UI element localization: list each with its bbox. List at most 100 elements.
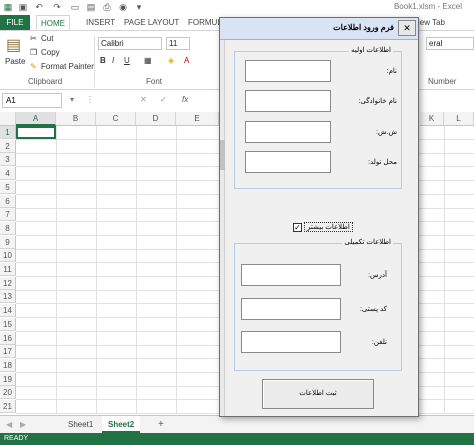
customize-icon[interactable]: ▾ [134,2,144,12]
font-name-dropdown[interactable]: Calibri [98,37,162,50]
selected-cell[interactable] [16,126,56,139]
address-field[interactable] [241,264,341,286]
row-header[interactable]: 4 [0,167,16,181]
form-titlebar[interactable]: فرم ورود اطلاعات ✕ [220,18,418,40]
format-painter-icon[interactable]: ✎ [30,62,37,71]
undo-icon[interactable]: ↶ [34,2,44,12]
first-name-field[interactable] [245,60,331,82]
submit-button[interactable]: ثبت اطلاعات [262,379,374,409]
tab-file[interactable]: FILE [0,15,30,30]
enter-icon[interactable]: ✓ [160,95,167,104]
column-header[interactable]: A [16,112,56,126]
tab-home[interactable]: HOME [36,15,70,30]
sheet-tab-sheet1[interactable]: Sheet1 [62,416,99,433]
open-icon[interactable]: ▤ [86,2,96,12]
copy-button[interactable]: Copy [41,48,60,57]
close-button[interactable]: ✕ [398,20,416,36]
italic-icon[interactable]: I [112,56,114,65]
column-header[interactable]: B [56,112,96,126]
cut-icon[interactable]: ✂ [30,34,37,43]
tab-insert[interactable]: INSERT [82,15,119,30]
column-header[interactable]: E [176,112,219,126]
add-sheet-button[interactable]: + [158,419,164,430]
ribbon-separator [94,35,95,87]
window-title: Book1.xlsm - Excel [393,2,462,11]
row-header[interactable]: 3 [0,153,16,167]
row-header[interactable]: 21 [0,400,16,413]
font-color-icon[interactable]: A [184,56,189,65]
form-scrollbar[interactable] [220,40,225,416]
font-name-value: Calibri [101,39,124,48]
paste-button[interactable]: Paste [5,57,25,66]
last-name-field[interactable] [245,90,331,112]
row-header[interactable]: 14 [0,304,16,318]
new-icon[interactable]: ▭ [70,2,80,12]
row-header[interactable]: 6 [0,194,16,208]
sheet-next-icon[interactable]: ▶ [20,420,26,429]
more-icon: ⋮ [86,95,94,104]
border-icon[interactable]: ▦ [144,56,152,65]
paste-icon[interactable]: ▤ [6,35,21,55]
row-header[interactable]: 17 [0,345,16,359]
row-header[interactable]: 8 [0,221,16,235]
row-header[interactable]: 18 [0,358,16,372]
grid-column-line [56,126,57,414]
postal-code-label: کد پستی: [359,306,387,313]
row-header[interactable]: 1 [0,126,16,139]
more-info-label[interactable]: اطلاعات بیشتر [304,222,353,232]
row-header[interactable]: 7 [0,208,16,222]
print-icon[interactable]: ⎙ [102,2,112,12]
sheet-tab-sheet2[interactable]: Sheet2 [102,416,141,433]
row-header[interactable]: 12 [0,276,16,290]
fill-color-icon[interactable]: ◈ [168,56,174,65]
phone-field[interactable] [241,331,341,353]
function-icon[interactable]: fx [182,95,188,104]
select-all[interactable] [0,112,16,126]
copy-icon[interactable]: ❐ [30,48,37,57]
excel-logo-icon: ▦ [3,2,13,12]
save-icon[interactable]: ▣ [18,2,28,12]
basic-info-legend: اطلاعات اولیه [349,46,393,54]
scrollbar-thumb[interactable] [220,140,225,170]
row-header[interactable]: 11 [0,263,16,276]
row-header[interactable]: 16 [0,331,16,345]
bold-icon[interactable]: B [100,56,106,65]
cut-button[interactable]: Cut [41,34,53,43]
number-format-dropdown[interactable]: eral [426,37,474,50]
font-size-dropdown[interactable]: 11 [166,37,190,50]
row-header[interactable]: 13 [0,290,16,304]
postal-code-field[interactable] [241,298,341,320]
sheet-prev-icon[interactable]: ◀ [6,420,12,429]
row-header[interactable]: 10 [0,249,16,263]
column-header[interactable]: D [136,112,176,126]
row-header[interactable]: 9 [0,235,16,249]
name-box[interactable]: A1 [2,93,62,108]
font-group-label: Font [146,77,163,86]
camera-icon[interactable]: ◉ [118,2,128,12]
birthplace-field[interactable] [245,151,331,173]
tab-page-layout[interactable]: PAGE LAYOUT [120,15,183,30]
status-bar: READY [0,433,474,445]
column-header[interactable]: K [420,112,444,126]
format-painter-button[interactable]: Format Painter [41,62,94,71]
basic-info-group: اطلاعات اولیه نام: نام خانوادگی: ش.ش: مح… [234,46,402,189]
row-header[interactable]: 15 [0,317,16,331]
extra-info-group: اطلاعات تکمیلی آدرس: کد پستی: تلفن: [234,238,402,371]
column-header[interactable]: L [444,112,474,126]
row-header[interactable]: 2 [0,139,16,153]
id-number-label: ش.ش: [376,129,397,136]
grid-column-line [136,126,137,414]
font-size-value: 11 [169,39,178,48]
address-label: آدرس: [368,272,387,279]
name-box-dropdown-icon[interactable]: ▾ [70,95,74,104]
row-header[interactable]: 19 [0,372,16,386]
underline-icon[interactable]: U [124,56,130,65]
row-header[interactable]: 5 [0,180,16,194]
id-number-field[interactable] [245,121,331,143]
checkbox-box[interactable]: ✓ [293,223,302,232]
column-header[interactable]: C [96,112,136,126]
row-header[interactable]: 20 [0,386,16,400]
redo-icon[interactable]: ↷ [52,2,62,12]
form-title: فرم ورود اطلاعات [333,23,394,32]
cancel-icon[interactable]: ✕ [140,95,147,104]
